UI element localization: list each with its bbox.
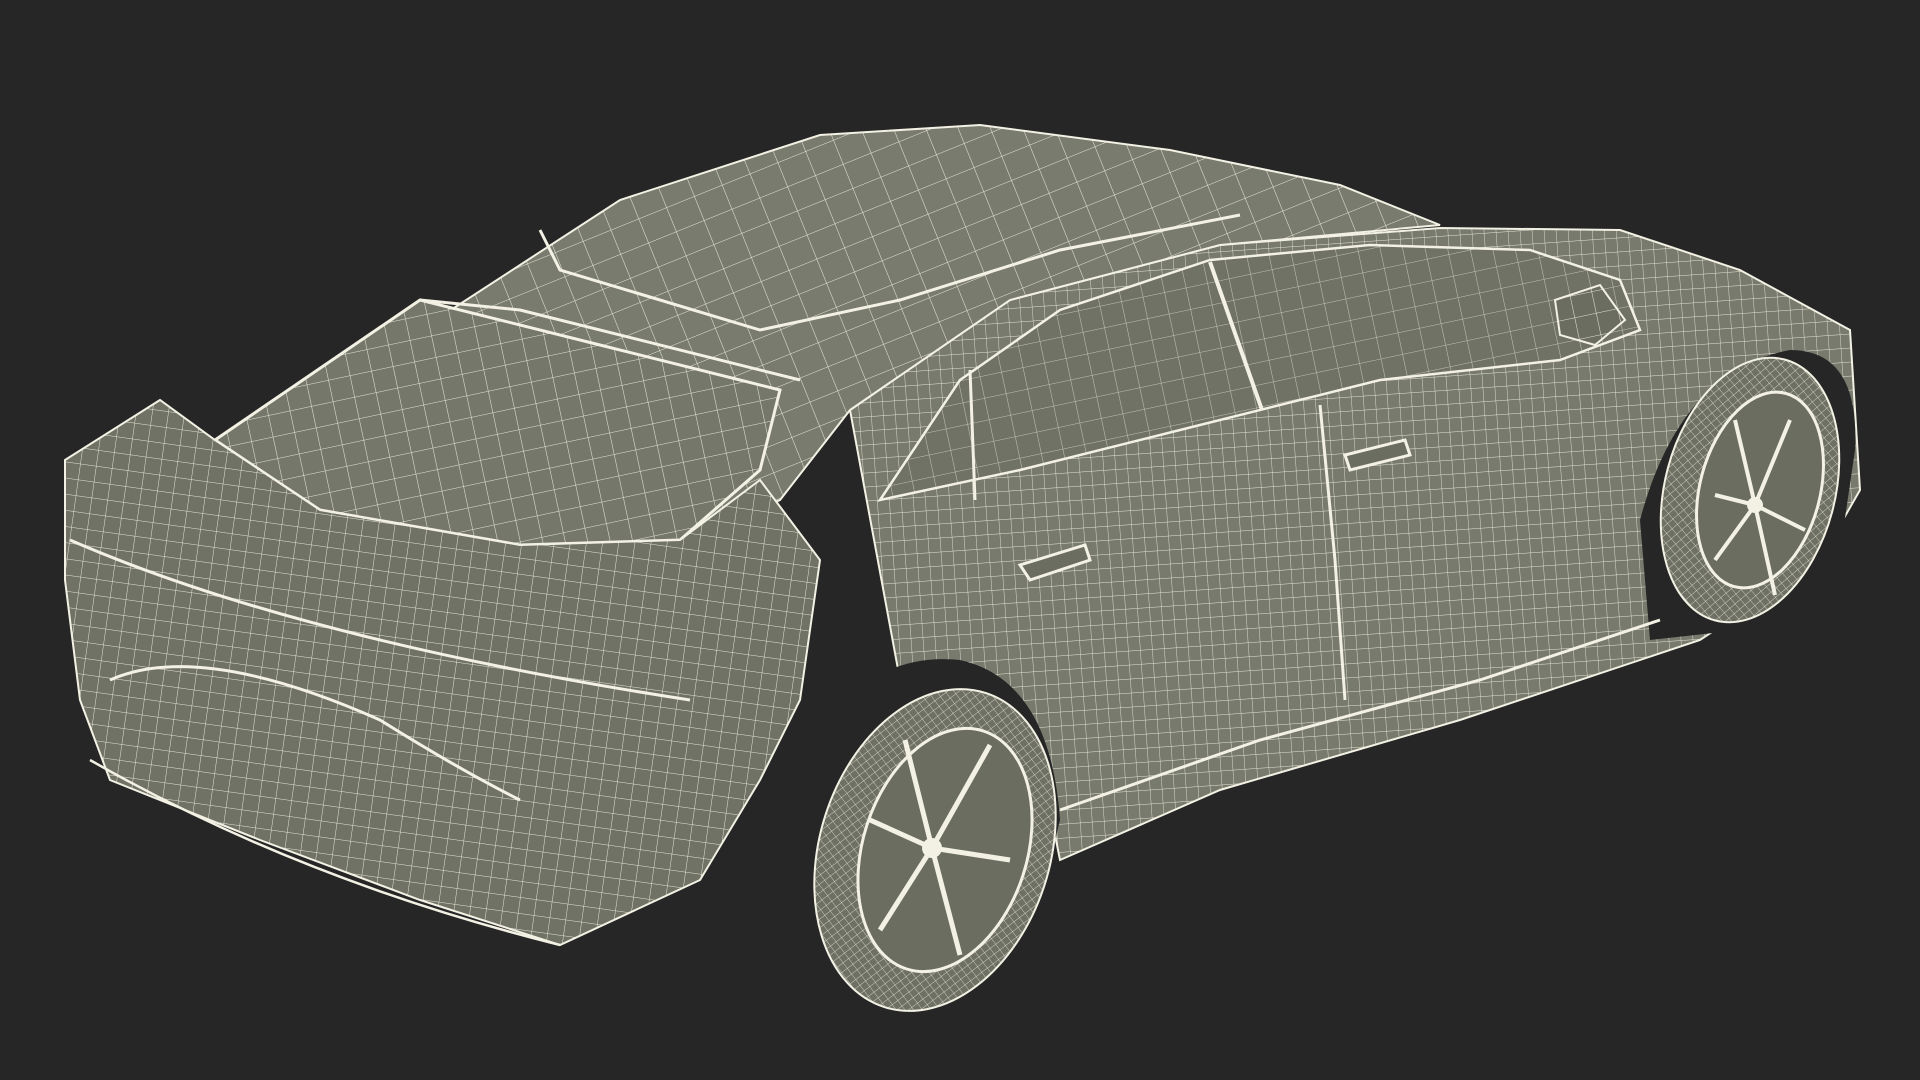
render-viewport: [0, 0, 1920, 1080]
car-wireframe-render: [64, 123, 1862, 1012]
